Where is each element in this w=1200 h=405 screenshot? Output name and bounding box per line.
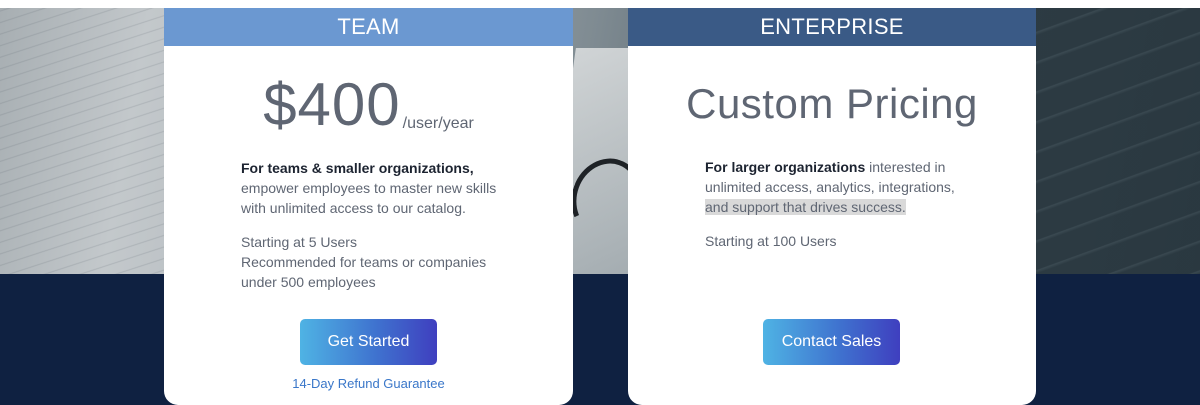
contact-sales-button[interactable]: Contact Sales	[763, 319, 900, 365]
enterprise-min-users: Starting at 100 Users	[705, 233, 837, 249]
background-laptop	[1030, 8, 1200, 274]
team-details: Starting at 5 Users Recommended for team…	[241, 232, 511, 292]
team-recommendation: Recommended for teams or companies under…	[241, 254, 487, 290]
enterprise-price: Custom Pricing	[686, 80, 978, 127]
enterprise-description: For larger organizations interested in u…	[705, 157, 975, 217]
team-plan-header: TEAM	[164, 8, 573, 46]
top-strip	[0, 0, 1200, 8]
enterprise-plan-card: ENTERPRISE Custom Pricing For larger org…	[628, 8, 1036, 405]
get-started-button[interactable]: Get Started	[300, 319, 437, 365]
enterprise-plan-header: ENTERPRISE	[628, 8, 1036, 46]
team-description: For teams & smaller organizations, empow…	[241, 158, 511, 218]
team-description-bold: For teams & smaller organizations,	[241, 160, 474, 176]
team-price-row: $400 /user/year	[164, 70, 573, 140]
team-price-unit: /user/year	[402, 115, 474, 132]
enterprise-description-highlight: and support that drives success.	[705, 199, 906, 215]
enterprise-description-bold: For larger organizations	[705, 159, 866, 175]
refund-guarantee-link[interactable]: 14-Day Refund Guarantee	[164, 376, 573, 391]
team-description-text: empower employees to master new skills w…	[241, 180, 497, 216]
team-min-users: Starting at 5 Users	[241, 234, 357, 250]
team-price: $400	[263, 71, 401, 138]
enterprise-details: Starting at 100 Users	[705, 231, 975, 251]
team-plan-card: TEAM $400 /user/year For teams & smaller…	[164, 8, 573, 405]
